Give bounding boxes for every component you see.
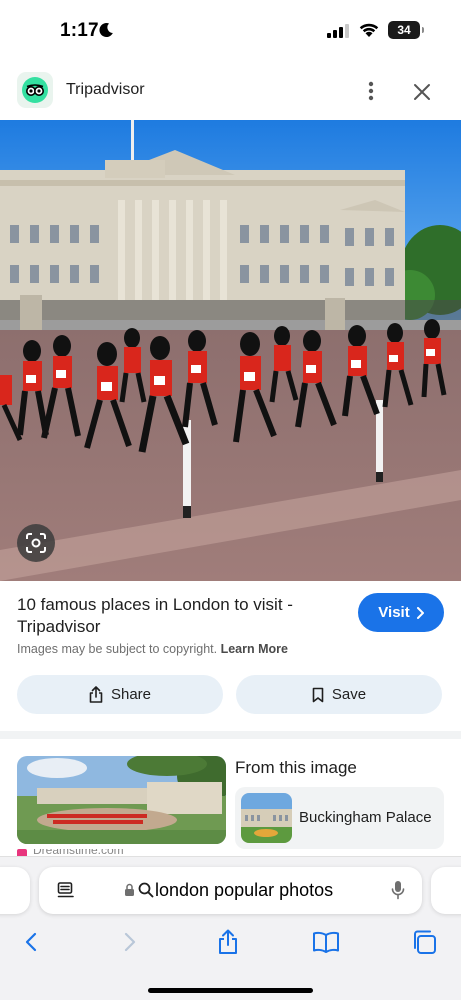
chevron-right-icon bbox=[416, 606, 424, 619]
save-button[interactable]: Save bbox=[236, 675, 442, 714]
lens-icon bbox=[26, 533, 46, 553]
share-icon bbox=[219, 929, 237, 954]
bookmarks-button[interactable] bbox=[311, 927, 341, 957]
related-image-thumbnail[interactable] bbox=[17, 756, 226, 844]
result-title[interactable]: 10 famous places in London to visit - Tr… bbox=[17, 594, 337, 638]
wifi-icon bbox=[359, 23, 379, 37]
status-time: 1:17 bbox=[60, 20, 99, 41]
share-icon bbox=[89, 686, 103, 703]
lens-search-button[interactable] bbox=[17, 524, 55, 562]
result-image[interactable] bbox=[0, 120, 461, 581]
previous-tab-peek[interactable] bbox=[0, 867, 30, 914]
address-text[interactable]: london popular photos bbox=[155, 880, 333, 901]
entity-card-buckingham-palace[interactable]: Buckingham Palace bbox=[235, 787, 444, 849]
tabs-icon bbox=[414, 930, 436, 954]
close-icon bbox=[414, 84, 430, 100]
browser-toolbar: london popular photos bbox=[0, 856, 461, 1000]
vertical-dots-icon bbox=[368, 81, 374, 101]
section-divider bbox=[0, 731, 461, 739]
next-tab-peek[interactable] bbox=[431, 867, 461, 914]
share-page-button[interactable] bbox=[213, 927, 243, 957]
source-header: Tripadvisor bbox=[0, 62, 461, 120]
entity-label: Buckingham Palace bbox=[299, 809, 432, 826]
tripadvisor-logo-icon bbox=[17, 72, 53, 108]
chevron-right-icon bbox=[124, 932, 136, 952]
buckingham-palace-guards-image bbox=[0, 120, 461, 581]
microphone-icon[interactable] bbox=[391, 880, 405, 900]
search-icon bbox=[138, 882, 154, 898]
copyright-text: Images may be subject to copyright. bbox=[17, 642, 218, 656]
lock-icon bbox=[125, 883, 134, 896]
page-menu-icon[interactable] bbox=[57, 881, 75, 899]
learn-more-link[interactable]: Learn More bbox=[221, 642, 288, 656]
battery-indicator: 34 bbox=[388, 21, 424, 39]
copyright-notice: Images may be subject to copyright. Lear… bbox=[17, 642, 288, 656]
visit-button[interactable]: Visit bbox=[358, 593, 444, 632]
cellular-signal-icon bbox=[327, 24, 349, 38]
back-button[interactable] bbox=[16, 927, 46, 957]
from-this-image-heading: From this image bbox=[235, 758, 357, 777]
more-options-button[interactable] bbox=[358, 78, 384, 104]
forward-button[interactable] bbox=[115, 927, 145, 957]
book-icon bbox=[313, 931, 339, 953]
palace-parade-thumbnail bbox=[17, 756, 226, 844]
tabs-button[interactable] bbox=[409, 927, 439, 957]
home-indicator bbox=[148, 988, 313, 993]
chevron-left-icon bbox=[25, 932, 37, 952]
status-bar: 1:17 34 bbox=[0, 0, 461, 62]
entity-thumbnail bbox=[241, 793, 292, 843]
save-label: Save bbox=[331, 686, 367, 703]
bookmark-icon bbox=[312, 687, 324, 702]
do-not-disturb-moon-icon bbox=[99, 23, 113, 38]
share-button[interactable]: Share bbox=[17, 675, 223, 714]
source-site-name: Tripadvisor bbox=[66, 81, 145, 98]
address-bar[interactable]: london popular photos bbox=[39, 867, 422, 914]
share-label: Share bbox=[110, 686, 152, 703]
close-button[interactable] bbox=[408, 78, 436, 106]
visit-label: Visit bbox=[378, 604, 410, 621]
